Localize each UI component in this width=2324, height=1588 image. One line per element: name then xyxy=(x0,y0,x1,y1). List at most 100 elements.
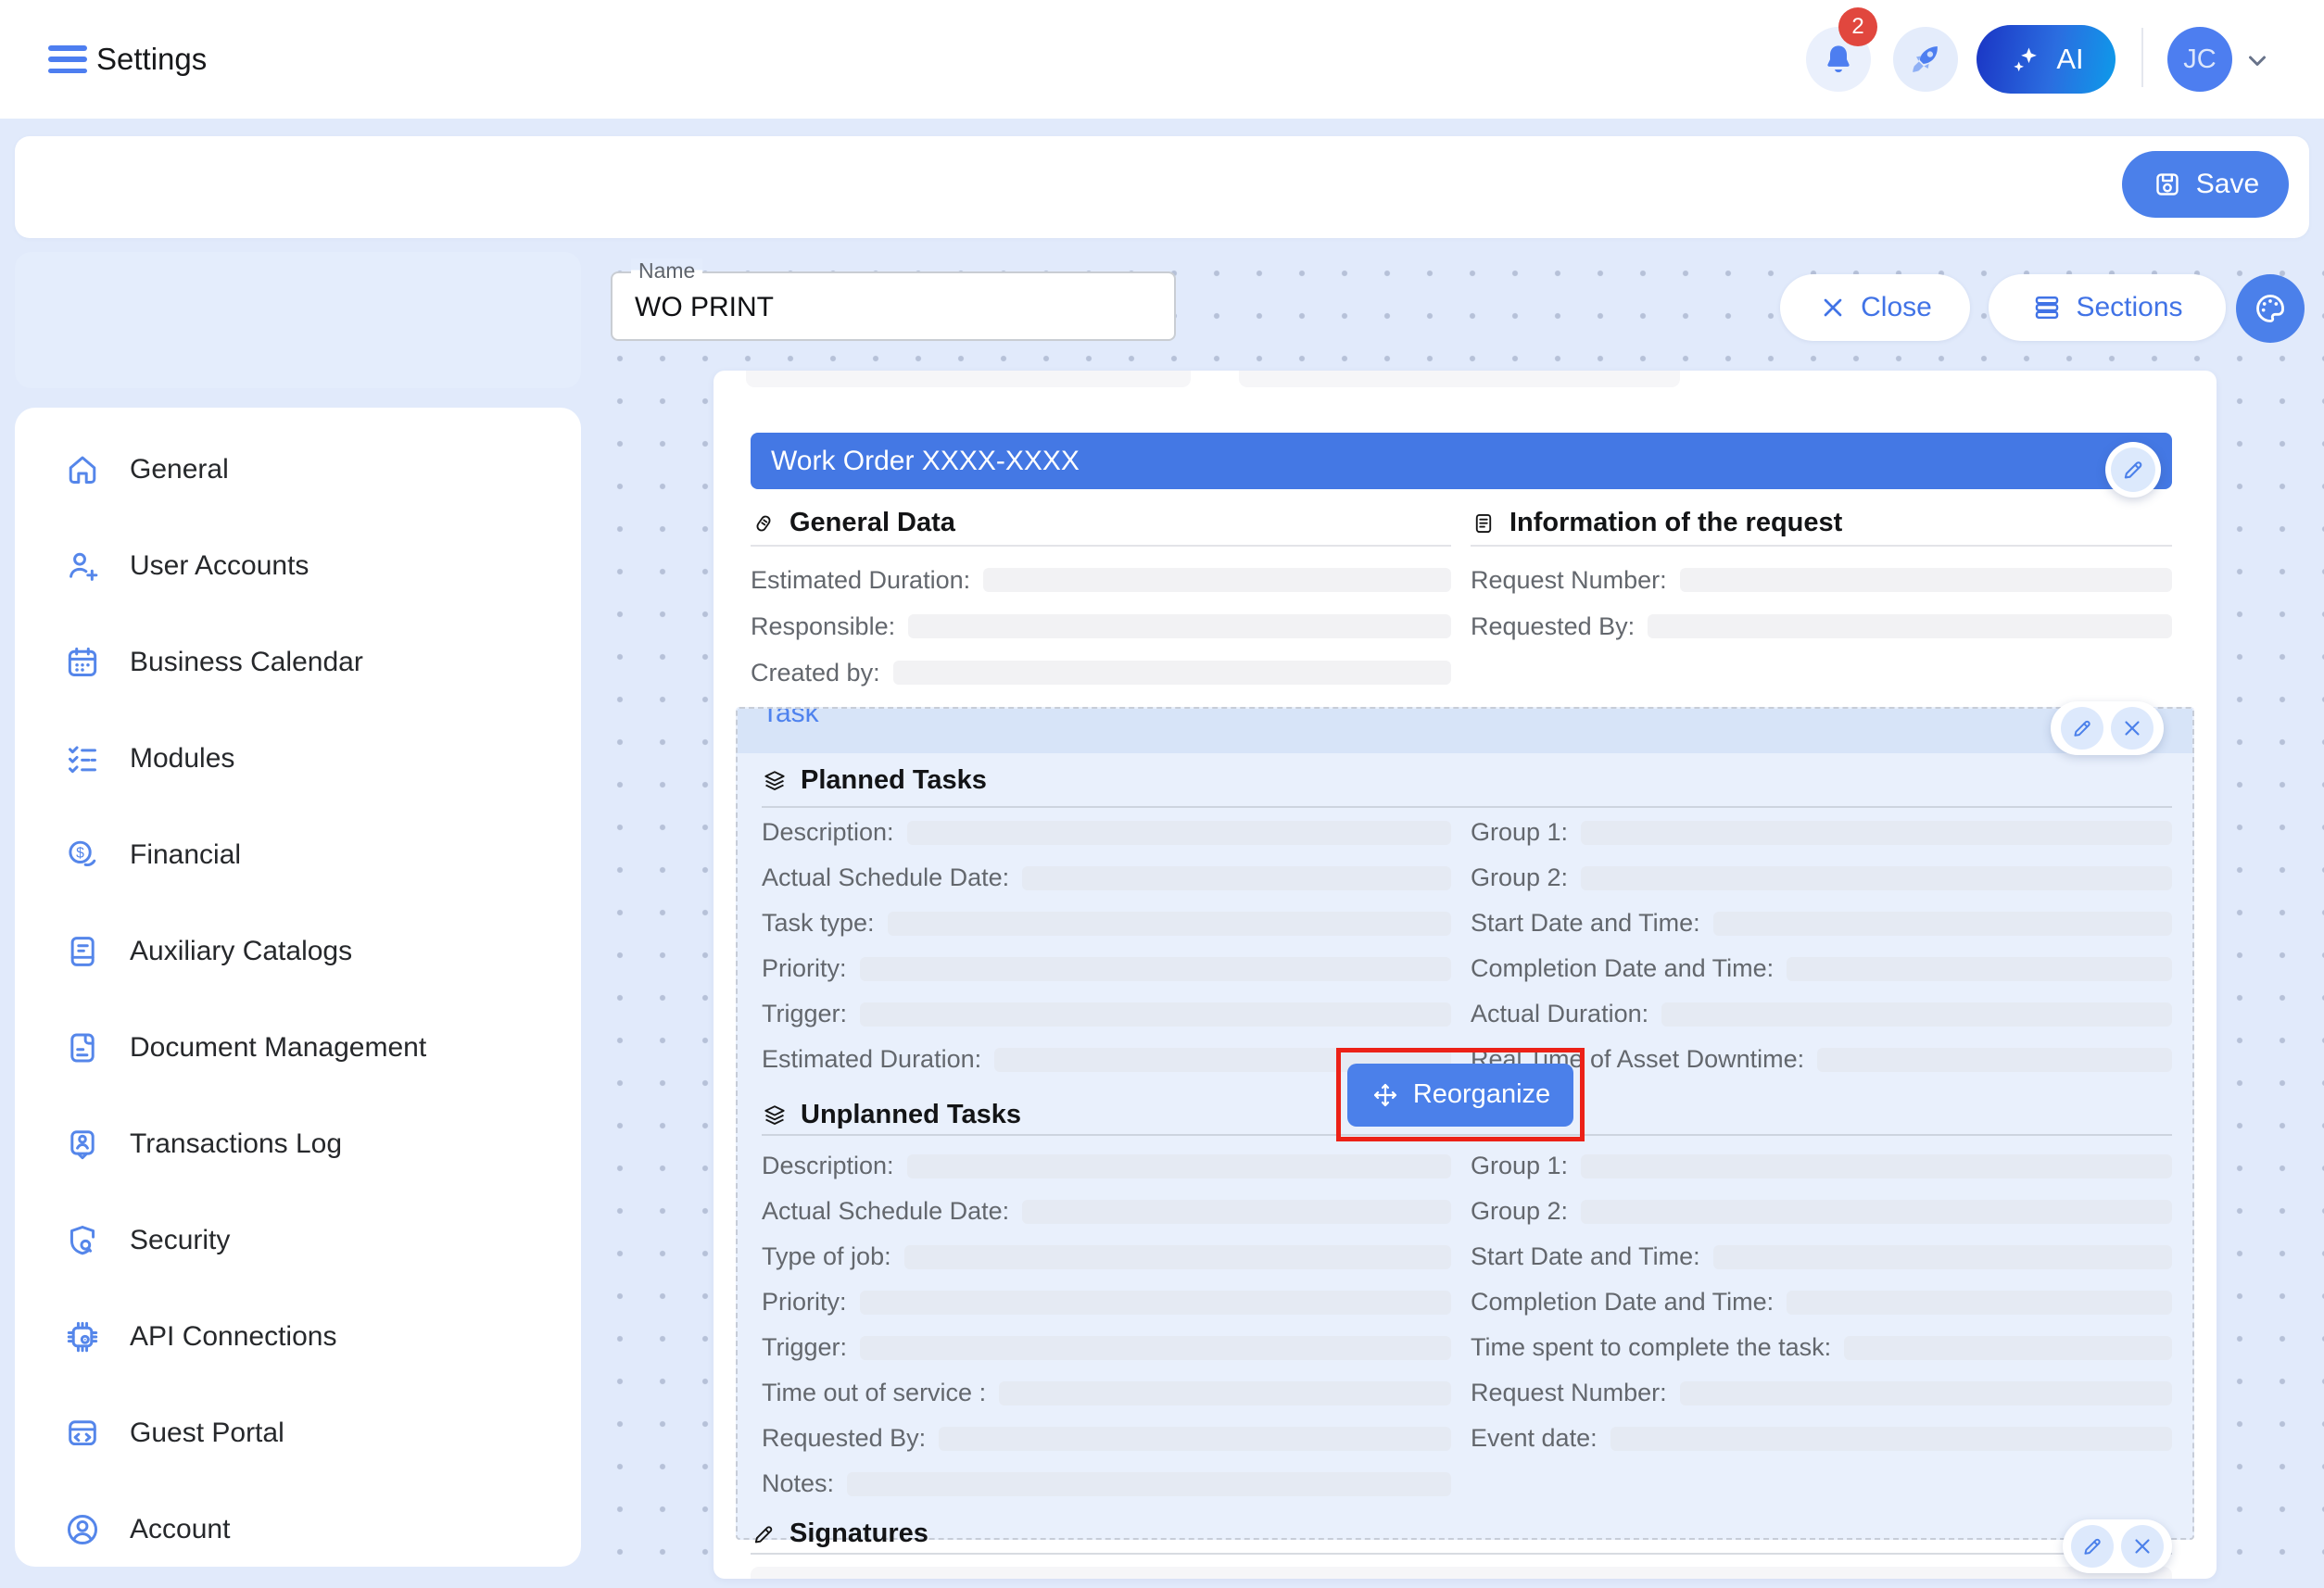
planned-tasks-left-fields: Description: Actual Schedule Date: Task … xyxy=(762,810,1451,1082)
field-label: Created by: xyxy=(751,659,880,687)
pencil-icon xyxy=(2111,447,2155,492)
layers-icon xyxy=(762,768,788,794)
field-placeholder xyxy=(1022,1200,1451,1224)
sidebar-item-security[interactable]: Security xyxy=(15,1192,581,1289)
field-placeholder xyxy=(907,821,1451,845)
field-label: Actual Duration: xyxy=(1471,1000,1648,1028)
sidebar-item-label: Document Management xyxy=(130,1032,426,1064)
field-row-description: Description: xyxy=(762,810,1451,855)
page-title: Settings xyxy=(96,41,207,78)
sidebar-item-label: Account xyxy=(130,1514,230,1545)
field-row-start-date-and-time: Start Date and Time: xyxy=(1471,901,2172,946)
edit-title-button[interactable] xyxy=(2105,442,2161,498)
field-row-trigger: Trigger: xyxy=(762,991,1451,1037)
field-label: Trigger: xyxy=(762,1000,847,1028)
field-label: Group 2: xyxy=(1471,863,1568,892)
work-order-title-bar[interactable]: Work Order XXXX-XXXX xyxy=(751,433,2172,489)
sidebar-item-icon xyxy=(63,932,102,971)
bell-icon xyxy=(1820,41,1857,78)
reorganize-button[interactable]: Reorganize xyxy=(1347,1064,1573,1127)
sidebar-item-guest-portal[interactable]: Guest Portal xyxy=(15,1385,581,1481)
field-row-task-type: Task type: xyxy=(762,901,1451,946)
close-icon xyxy=(2130,1534,2154,1558)
sidebar-item-api-connections[interactable]: API Connections xyxy=(15,1289,581,1385)
field-label: Event date: xyxy=(1471,1424,1598,1453)
close-button[interactable]: Close xyxy=(1780,274,1970,341)
field-placeholder xyxy=(1680,568,2172,592)
sections-button[interactable]: Sections xyxy=(1989,274,2226,341)
field-row-priority: Priority: xyxy=(762,1279,1451,1325)
sidebar-item-financial[interactable]: $ Financial xyxy=(15,807,581,903)
placeholder-block xyxy=(746,371,1191,387)
field-placeholder xyxy=(904,1245,1451,1269)
save-label: Save xyxy=(2196,169,2259,200)
edit-signatures-button[interactable] xyxy=(2071,1525,2114,1568)
task-section-title: Task xyxy=(762,709,2192,729)
remove-signatures-button[interactable] xyxy=(2121,1525,2164,1568)
placeholder-block xyxy=(1239,371,1680,387)
remove-task-section-button[interactable] xyxy=(2111,707,2153,750)
field-placeholder xyxy=(1661,1002,2172,1027)
field-label: Trigger: xyxy=(762,1333,847,1362)
field-label: Start Date and Time: xyxy=(1471,1242,1700,1271)
unplanned-tasks-right-fields: Group 1: Group 2: Start Date and Time: C… xyxy=(1471,1143,2172,1461)
field-label: Actual Schedule Date: xyxy=(762,1197,1009,1226)
field-label: Group 1: xyxy=(1471,818,1568,847)
sidebar-item-business-calendar[interactable]: Business Calendar xyxy=(15,614,581,711)
save-floppy-icon xyxy=(2152,169,2183,200)
sidebar-item-account[interactable]: Account xyxy=(15,1481,581,1567)
field-placeholder xyxy=(1022,866,1451,890)
ai-assistant-button[interactable]: AI xyxy=(1977,25,2116,94)
divider xyxy=(762,806,2172,808)
sidebar-item-modules[interactable]: Modules xyxy=(15,711,581,807)
sidebar-item-auxiliary-catalogs[interactable]: Auxiliary Catalogs xyxy=(15,903,581,1000)
sidebar-item-user-accounts[interactable]: User Accounts xyxy=(15,518,581,614)
field-row-type-of-job: Type of job: xyxy=(762,1234,1451,1279)
field-label: Group 1: xyxy=(1471,1152,1568,1180)
pencil-icon xyxy=(2070,716,2094,740)
chevron-down-icon[interactable] xyxy=(2241,44,2274,77)
field-placeholder xyxy=(983,568,1451,592)
name-input[interactable] xyxy=(633,273,1156,341)
sidebar-item-icon xyxy=(63,1125,102,1164)
sidebar-item-label: Auxiliary Catalogs xyxy=(130,936,352,967)
placeholder-block xyxy=(751,1567,2172,1579)
sidebar-item-document-management[interactable]: Document Management xyxy=(15,1000,581,1096)
sidebar-item-transactions-log[interactable]: Transactions Log xyxy=(15,1096,581,1192)
field-label: Completion Date and Time: xyxy=(1471,1288,1774,1317)
field-label: Time spent to complete the task: xyxy=(1471,1333,1831,1362)
divider xyxy=(1471,545,2172,547)
request-info-fields: Request Number: Requested By: xyxy=(1471,557,2172,649)
hamburger-menu-icon[interactable] xyxy=(48,45,87,73)
sidebar-item-general[interactable]: General xyxy=(15,422,581,518)
field-label: Request Number: xyxy=(1471,1379,1667,1407)
field-row-estimated-duration: Estimated Duration: xyxy=(751,557,1451,603)
field-placeholder xyxy=(1581,821,2172,845)
editor-toolbar xyxy=(15,136,2309,238)
field-placeholder xyxy=(860,957,1451,981)
close-icon xyxy=(1818,293,1848,322)
unplanned-tasks-header: Unplanned Tasks xyxy=(762,1100,1021,1130)
user-avatar[interactable]: JC xyxy=(2167,27,2232,92)
general-data-fields: Estimated Duration: Responsible: Created… xyxy=(751,557,1451,696)
field-row-requested-by: Requested By: xyxy=(1471,603,2172,649)
field-row-start-date-and-time: Start Date and Time: xyxy=(1471,1234,2172,1279)
field-row-group-1: Group 1: xyxy=(1471,810,2172,855)
field-label: Requested By: xyxy=(1471,612,1635,641)
field-placeholder xyxy=(1713,912,2172,936)
sidebar-item-label: Guest Portal xyxy=(130,1418,284,1449)
sections-label: Sections xyxy=(2076,292,2182,323)
field-placeholder xyxy=(860,1002,1451,1027)
launch-button[interactable] xyxy=(1893,27,1958,92)
field-row-group-2: Group 2: xyxy=(1471,1189,2172,1234)
field-row-request-number: Request Number: xyxy=(1471,557,2172,603)
field-row-notes: Notes: xyxy=(762,1461,1451,1506)
topbar-divider xyxy=(2141,28,2143,87)
save-button[interactable]: Save xyxy=(2122,151,2289,218)
field-label: Priority: xyxy=(762,954,847,983)
field-row-group-1: Group 1: xyxy=(1471,1143,2172,1189)
edit-task-section-button[interactable] xyxy=(2061,707,2103,750)
theme-button[interactable] xyxy=(2236,274,2305,343)
field-placeholder xyxy=(1581,1200,2172,1224)
settings-page: Settings 2 AI JC xyxy=(0,0,2324,1588)
